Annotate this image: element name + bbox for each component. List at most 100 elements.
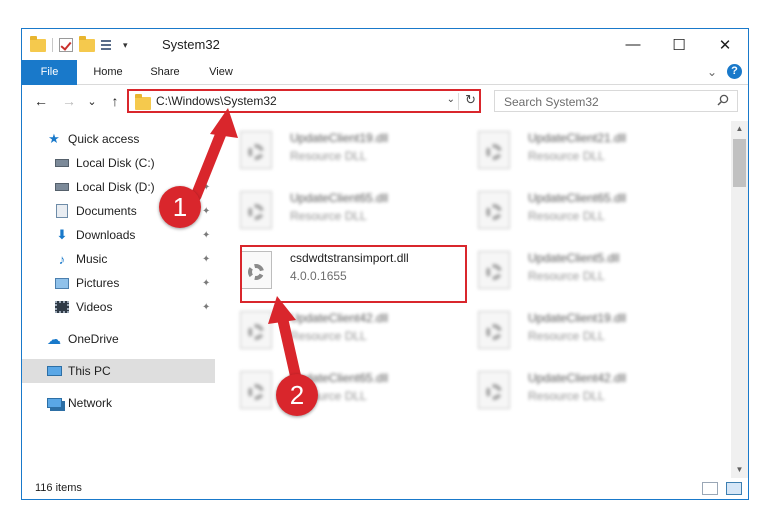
sidebar-item-onedrive[interactable]: ☁ OneDrive bbox=[22, 327, 215, 351]
search-input[interactable]: Search System32 bbox=[494, 90, 738, 112]
pin-icon: ✦ bbox=[202, 181, 211, 193]
new-folder-icon[interactable] bbox=[79, 35, 95, 52]
properties-check-icon[interactable] bbox=[59, 38, 73, 52]
minimize-button[interactable]: — bbox=[610, 29, 656, 60]
sidebar-item-label: Downloads bbox=[76, 228, 136, 242]
pin-icon: ✦ bbox=[202, 253, 211, 265]
address-bar[interactable]: C:\Windows\System32 ⌄ ↻ bbox=[127, 89, 481, 113]
download-icon: ⬇ bbox=[56, 227, 68, 242]
tab-file[interactable]: File bbox=[22, 60, 77, 85]
file-name: UpdateClient65.dll bbox=[528, 191, 627, 205]
file-name: UpdateClient19.dll bbox=[290, 131, 389, 145]
forward-button[interactable]: → bbox=[60, 92, 78, 110]
back-button[interactable]: ← bbox=[32, 92, 50, 110]
sidebar-item-label: Local Disk (C:) bbox=[76, 156, 155, 170]
customize-toolbar-icon[interactable] bbox=[101, 38, 117, 52]
file-description: Resource DLL bbox=[290, 329, 367, 343]
sidebar-item-label: Network bbox=[68, 396, 113, 410]
sidebar-item-music[interactable]: ♪ Music ✦ bbox=[22, 247, 215, 271]
file-item[interactable]: UpdateClient42.dll Resource DLL bbox=[460, 361, 690, 417]
dll-file-icon bbox=[478, 131, 510, 169]
maximize-button[interactable]: ☐ bbox=[656, 29, 702, 60]
dll-file-icon bbox=[478, 311, 510, 349]
sidebar-item-this-pc[interactable]: This PC bbox=[22, 359, 215, 383]
pin-icon: ✦ bbox=[202, 229, 211, 241]
file-name: UpdateClient42.dll bbox=[528, 371, 627, 385]
dll-file-icon bbox=[478, 371, 510, 409]
toolbar-dropdown-icon[interactable]: ▾ bbox=[123, 40, 128, 51]
recent-locations-button[interactable]: ⌄ bbox=[86, 92, 98, 110]
gear-icon bbox=[486, 204, 502, 220]
target-file-highlight bbox=[240, 245, 467, 303]
search-icon[interactable] bbox=[717, 94, 729, 106]
videos-icon bbox=[54, 300, 70, 314]
music-icon: ♪ bbox=[58, 251, 66, 267]
file-name: UpdateClient5.dll bbox=[528, 251, 620, 265]
file-item[interactable]: UpdateClient19.dll Resource DLL bbox=[460, 301, 690, 357]
file-item[interactable]: UpdateClient65.dll Resource DLL bbox=[222, 181, 452, 237]
file-description: Resource DLL bbox=[290, 149, 367, 163]
sidebar-item-pictures[interactable]: Pictures ✦ bbox=[22, 271, 215, 295]
folder-icon bbox=[30, 35, 46, 52]
gear-icon bbox=[248, 384, 264, 400]
scroll-down-icon[interactable]: ▼ bbox=[731, 462, 748, 478]
tab-share[interactable]: Share bbox=[138, 60, 192, 85]
file-item[interactable]: UpdateClient21.dll Resource DLL bbox=[460, 121, 690, 177]
gear-icon bbox=[248, 204, 264, 220]
vertical-scrollbar[interactable]: ▲ ▼ bbox=[731, 121, 748, 478]
sidebar-item-label: Local Disk (D:) bbox=[76, 180, 155, 194]
documents-icon bbox=[54, 204, 70, 218]
search-placeholder: Search System32 bbox=[504, 95, 599, 109]
up-button[interactable]: ↑ bbox=[106, 92, 124, 110]
sidebar-item-label: Videos bbox=[76, 300, 113, 314]
file-item[interactable]: UpdateClient65.dll Resource DLL bbox=[460, 181, 690, 237]
file-item[interactable]: UpdateClient5.dll Resource DLL bbox=[460, 241, 690, 297]
file-description: Resource DLL bbox=[290, 209, 367, 223]
drive-icon bbox=[54, 180, 70, 194]
scroll-up-icon[interactable]: ▲ bbox=[731, 121, 748, 137]
dll-file-icon bbox=[240, 131, 272, 169]
quick-access-toolbar: ▾ bbox=[30, 35, 128, 54]
gear-icon bbox=[248, 324, 264, 340]
gear-icon bbox=[486, 324, 502, 340]
pictures-icon bbox=[54, 276, 70, 290]
file-name: UpdateClient42.dll bbox=[290, 311, 389, 325]
sidebar-item-quick-access[interactable]: ★ Quick access bbox=[22, 127, 215, 151]
dll-file-icon bbox=[240, 191, 272, 229]
tab-view[interactable]: View bbox=[196, 60, 246, 85]
title-bar: ▾ System32 — ☐ ✕ bbox=[22, 29, 748, 60]
expand-ribbon-icon[interactable]: ⌄ bbox=[707, 65, 717, 79]
address-path[interactable]: C:\Windows\System32 bbox=[156, 94, 277, 108]
window-controls: — ☐ ✕ bbox=[610, 29, 748, 60]
sidebar-item-label: Quick access bbox=[68, 132, 140, 146]
toolbar-divider bbox=[52, 38, 53, 52]
cloud-icon: ☁ bbox=[47, 330, 61, 347]
refresh-icon[interactable]: ↻ bbox=[465, 92, 476, 108]
file-description: Resource DLL bbox=[528, 269, 605, 283]
step-1-badge: 1 bbox=[159, 186, 201, 228]
large-icons-view-icon[interactable] bbox=[726, 482, 742, 495]
gear-icon bbox=[486, 264, 502, 280]
file-item[interactable]: UpdateClient65.dll Resource DLL bbox=[222, 361, 452, 417]
sidebar-item-label: Documents bbox=[76, 204, 137, 218]
sidebar-item-videos[interactable]: Videos ✦ bbox=[22, 295, 215, 319]
close-button[interactable]: ✕ bbox=[702, 29, 748, 60]
sidebar-item-label: Music bbox=[76, 252, 108, 266]
item-count: 116 items bbox=[35, 482, 82, 494]
step-2-badge: 2 bbox=[276, 374, 318, 416]
details-view-icon[interactable] bbox=[702, 482, 718, 495]
file-description: Resource DLL bbox=[528, 389, 605, 403]
file-item[interactable]: UpdateClient42.dll Resource DLL bbox=[222, 301, 452, 357]
sidebar-item-network[interactable]: Network bbox=[22, 391, 215, 415]
file-item[interactable]: UpdateClient19.dll Resource DLL bbox=[222, 121, 452, 177]
sidebar-item-label: Pictures bbox=[76, 276, 120, 290]
scroll-thumb[interactable] bbox=[733, 139, 746, 187]
navigation-pane: ★ Quick access Local Disk (C:) Local Dis… bbox=[22, 121, 215, 478]
help-icon[interactable]: ? bbox=[727, 64, 742, 79]
gear-icon bbox=[486, 384, 502, 400]
tab-home[interactable]: Home bbox=[82, 60, 134, 85]
dll-file-icon bbox=[240, 311, 272, 349]
folder-icon bbox=[135, 94, 151, 110]
address-dropdown-icon[interactable]: ⌄ bbox=[447, 94, 455, 105]
sidebar-item-local-disk-c[interactable]: Local Disk (C:) bbox=[22, 151, 215, 175]
